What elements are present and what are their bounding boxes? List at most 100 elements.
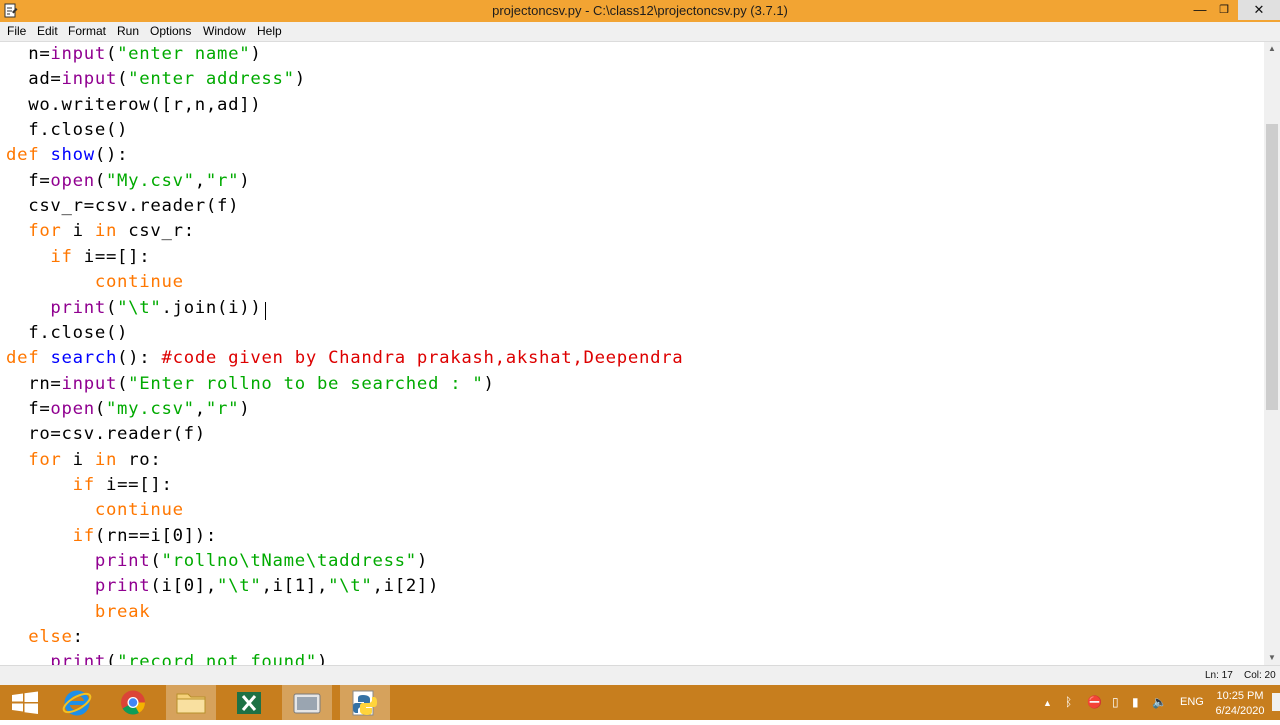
volume-icon[interactable]: 🔈 <box>1152 695 1167 709</box>
taskbar-python-idle[interactable] <box>340 685 390 720</box>
code-token-keyword: def <box>6 145 40 166</box>
battery-icon[interactable]: ▯ <box>1112 695 1119 709</box>
code-token-string: "\t" <box>117 297 162 318</box>
taskbar-internet-explorer[interactable] <box>52 685 102 720</box>
code-token-string: "\t" <box>328 576 373 597</box>
code-line[interactable]: f=open("My.csv","r") <box>6 169 250 194</box>
code-token-plain: (): <box>94 145 129 166</box>
menu-options[interactable]: Options <box>150 24 191 38</box>
internet-explorer-icon <box>62 690 92 716</box>
menu-format[interactable]: Format <box>68 24 106 38</box>
menu-bar: File Edit Format Run Options Window Help <box>0 22 1280 42</box>
text-cursor <box>265 302 266 320</box>
code-token-plain: ( <box>150 551 162 571</box>
code-token-plain: f= <box>6 398 51 419</box>
code-token-plain: , <box>194 170 206 191</box>
code-token-plain: ( <box>94 170 106 191</box>
menu-file[interactable]: File <box>7 24 26 38</box>
code-token-builtin: input <box>50 44 106 64</box>
menu-help[interactable]: Help <box>257 24 282 38</box>
code-line[interactable]: else: <box>6 625 84 650</box>
code-line[interactable]: for i in csv_r: <box>6 219 195 244</box>
code-token-builtin: print <box>94 576 151 597</box>
title-bar[interactable]: projectoncsv.py - C:\class12\projectoncs… <box>0 0 1280 22</box>
code-line[interactable]: f=open("my.csv","r") <box>6 397 250 422</box>
vertical-scrollbar[interactable]: ▲ ▼ <box>1264 42 1280 665</box>
code-token-plain: ( <box>94 398 106 419</box>
start-button[interactable] <box>0 685 50 720</box>
code-line[interactable]: continue <box>6 270 184 295</box>
network-error-icon[interactable]: ⛔ <box>1087 695 1102 709</box>
code-token-plain: (rn==i[0]): <box>94 525 218 546</box>
restore-button[interactable]: ❐ <box>1212 0 1236 20</box>
code-token-plain: : <box>72 627 84 648</box>
python-icon <box>352 690 377 716</box>
code-token-builtin: print <box>94 551 151 571</box>
code-line[interactable]: f.close() <box>6 118 128 143</box>
code-line[interactable]: print("record not found") <box>6 650 328 665</box>
code-token-plain: csv_r: <box>117 221 195 242</box>
code-line[interactable]: continue <box>6 498 184 523</box>
bluetooth-icon[interactable]: ᛒ <box>1065 695 1072 709</box>
code-line[interactable]: f.close() <box>6 321 128 346</box>
menu-run[interactable]: Run <box>117 24 139 38</box>
close-button[interactable]: ✕ <box>1238 0 1280 20</box>
code-line[interactable]: def show(): <box>6 143 128 168</box>
taskbar-media-player[interactable] <box>282 685 332 720</box>
code-token-keyword: in <box>94 221 118 242</box>
code-token-string: "Enter rollno to be searched : " <box>128 373 484 394</box>
code-token-plain: , <box>194 398 206 419</box>
clock-time[interactable]: 10:25 PM <box>1212 690 1268 702</box>
code-token-builtin: open <box>50 398 95 419</box>
code-line[interactable]: if i==[]: <box>6 245 150 270</box>
code-line[interactable]: break <box>6 600 150 625</box>
scroll-up-icon[interactable]: ▲ <box>1268 44 1276 53</box>
scrollbar-thumb[interactable] <box>1266 124 1278 410</box>
code-line[interactable]: n=input("enter name") <box>6 42 261 67</box>
minimize-button[interactable]: — <box>1188 0 1212 20</box>
code-line[interactable]: print(i[0],"\t",i[1],"\t",i[2]) <box>6 574 439 599</box>
code-line[interactable]: ad=input("enter address") <box>6 67 306 92</box>
language-indicator[interactable]: ENG <box>1180 696 1204 708</box>
code-token-builtin: print <box>50 297 106 318</box>
menu-window[interactable]: Window <box>203 24 246 38</box>
menu-edit[interactable]: Edit <box>37 24 58 38</box>
code-line[interactable]: rn=input("Enter rollno to be searched : … <box>6 372 495 397</box>
code-line[interactable]: def search(): #code given by Chandra pra… <box>6 346 683 371</box>
code-token-string: "r" <box>205 170 240 191</box>
code-line[interactable]: ro=csv.reader(f) <box>6 422 206 447</box>
code-token-plain: i==[]: <box>72 246 151 267</box>
code-editor[interactable]: n=input("enter name") ad=input("enter ad… <box>0 42 1264 665</box>
code-token-plain: ) <box>483 373 495 394</box>
code-token-plain: f.close() <box>6 120 129 141</box>
code-token-plain: ,i[1], <box>261 576 329 597</box>
show-hidden-icons-icon[interactable]: ▲ <box>1043 698 1052 708</box>
code-token-keyword: if <box>72 474 95 495</box>
code-token-string: "enter address" <box>128 69 295 90</box>
code-line[interactable]: print("\t".join(i)) <box>6 296 261 321</box>
code-line[interactable]: if i==[]: <box>6 473 173 498</box>
taskbar-file-explorer[interactable] <box>166 685 216 720</box>
clock-date[interactable]: 6/24/2020 <box>1210 705 1270 717</box>
code-token-plain: f= <box>6 170 51 191</box>
code-line[interactable]: if(rn==i[0]): <box>6 524 217 549</box>
code-token-keyword: if <box>72 525 95 546</box>
code-line[interactable]: wo.writerow([r,n,ad]) <box>6 93 261 118</box>
taskbar-excel[interactable] <box>224 685 274 720</box>
action-center-icon[interactable] <box>1272 693 1280 711</box>
network-icon[interactable]: ▮ <box>1132 695 1139 709</box>
code-token-plain: i==[]: <box>94 474 173 495</box>
code-line[interactable]: csv_r=csv.reader(f) <box>6 194 239 219</box>
taskbar: ▲ ᛒ ⛔ ▯ ▮ 🔈 ENG <box>0 685 1280 720</box>
taskbar-chrome[interactable] <box>108 685 158 720</box>
code-token-string: "My.csv" <box>105 170 195 191</box>
code-line[interactable]: print("rollno\tName\taddress") <box>6 549 428 574</box>
code-line[interactable]: for i in ro: <box>6 448 162 473</box>
scroll-down-icon[interactable]: ▼ <box>1268 653 1276 662</box>
